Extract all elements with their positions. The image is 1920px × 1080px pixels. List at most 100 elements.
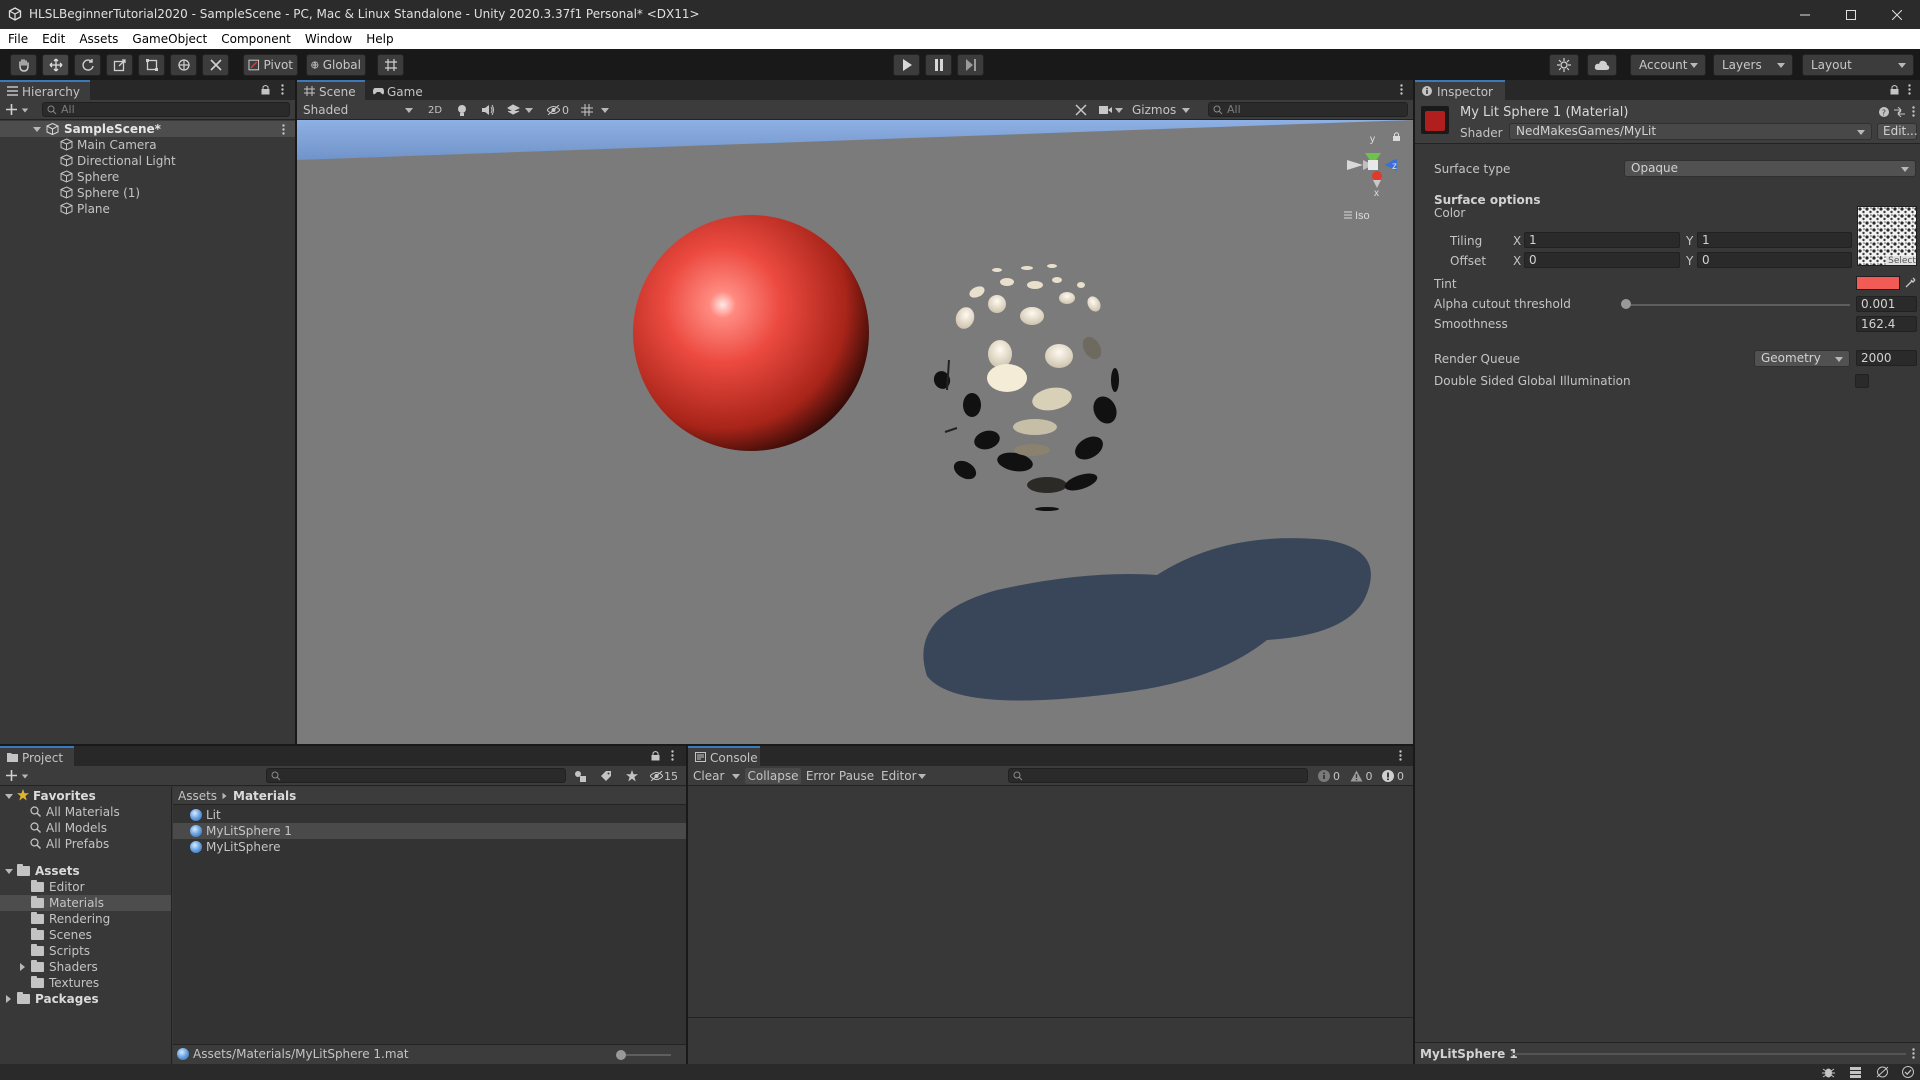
console-search-input[interactable] bbox=[1008, 768, 1308, 783]
console-log-area[interactable] bbox=[688, 787, 1413, 1017]
tab-inspector[interactable]: Inspector bbox=[1415, 80, 1505, 100]
lighting-bake-icon[interactable] bbox=[1849, 1066, 1862, 1078]
eyedropper-icon[interactable] bbox=[1904, 276, 1917, 289]
global-toggle[interactable]: Global bbox=[306, 54, 366, 76]
play-button[interactable] bbox=[893, 54, 920, 76]
file-item[interactable]: Lit bbox=[190, 807, 221, 823]
2d-toggle[interactable]: 2D bbox=[423, 102, 447, 118]
scene-row[interactable]: SampleScene* bbox=[0, 121, 295, 137]
hierarchy-search-input[interactable]: All bbox=[42, 102, 290, 117]
custom-tool-button[interactable] bbox=[202, 54, 229, 76]
effects-dropdown[interactable] bbox=[503, 102, 537, 118]
lighting-toggle[interactable] bbox=[451, 102, 473, 118]
close-button[interactable] bbox=[1874, 0, 1920, 29]
camera-dropdown[interactable] bbox=[1096, 102, 1126, 118]
menu-file[interactable]: File bbox=[0, 29, 34, 46]
assets-root[interactable]: Assets bbox=[17, 863, 80, 879]
log-count-toggle[interactable]: 0 bbox=[1314, 768, 1344, 784]
favorite-item[interactable]: All Prefabs bbox=[30, 836, 109, 852]
file-item[interactable]: MyLitSphere 1 bbox=[190, 823, 292, 839]
folder-item[interactable]: Shaders bbox=[31, 959, 98, 975]
alpha-slider-thumb[interactable] bbox=[1621, 299, 1632, 309]
account-dropdown[interactable]: Account bbox=[1630, 54, 1706, 76]
label-tag-icon[interactable] bbox=[600, 770, 612, 782]
file-item[interactable]: MyLitSphere bbox=[190, 839, 280, 855]
alpha-cutout-field[interactable]: 0.001 bbox=[1856, 296, 1917, 312]
kebab-menu-icon[interactable] bbox=[1400, 84, 1403, 95]
texture-select-button[interactable]: Select bbox=[1886, 256, 1916, 265]
breadcrumb-assets[interactable]: Assets bbox=[178, 788, 217, 804]
offset-x-field[interactable]: 0 bbox=[1524, 252, 1680, 268]
layout-dropdown[interactable]: Layout bbox=[1802, 54, 1914, 76]
double-sided-gi-checkbox[interactable] bbox=[1855, 374, 1869, 388]
tiling-y-field[interactable]: 1 bbox=[1697, 232, 1852, 248]
tab-scene[interactable]: Scene bbox=[297, 80, 365, 100]
kebab-menu-icon[interactable] bbox=[1908, 84, 1911, 95]
tab-hierarchy[interactable]: Hierarchy bbox=[0, 80, 90, 100]
hidden-objects-toggle[interactable]: 0 bbox=[543, 102, 573, 118]
menu-help[interactable]: Help bbox=[358, 29, 399, 46]
render-queue-field[interactable]: 2000 bbox=[1856, 350, 1917, 366]
error-pause-toggle[interactable]: Error Pause bbox=[805, 768, 875, 784]
tint-color-field[interactable] bbox=[1856, 276, 1900, 290]
tools-toggle[interactable] bbox=[1070, 102, 1092, 118]
menu-window[interactable]: Window bbox=[297, 29, 358, 46]
minimize-button[interactable] bbox=[1782, 0, 1828, 29]
favorite-item[interactable]: All Materials bbox=[30, 804, 120, 820]
tab-console[interactable]: Console bbox=[688, 746, 760, 766]
scene-search-input[interactable]: All bbox=[1208, 102, 1408, 117]
packages-root[interactable]: Packages bbox=[17, 991, 99, 1007]
folder-item[interactable]: Textures bbox=[31, 975, 99, 991]
favorite-item[interactable]: All Models bbox=[30, 820, 107, 836]
kebab-menu-icon[interactable] bbox=[1399, 750, 1402, 761]
lock-icon[interactable] bbox=[261, 84, 270, 95]
hierarchy-item[interactable]: Main Camera bbox=[60, 137, 157, 153]
folder-item[interactable]: Scenes bbox=[31, 927, 92, 943]
scale-tool-button[interactable] bbox=[106, 54, 133, 76]
create-asset-button[interactable] bbox=[6, 768, 30, 783]
preset-icon[interactable] bbox=[1894, 107, 1905, 117]
check-circle-icon[interactable] bbox=[1902, 1066, 1914, 1078]
audio-toggle[interactable] bbox=[477, 102, 499, 118]
offset-y-field[interactable]: 0 bbox=[1697, 252, 1852, 268]
chevron-right-icon[interactable] bbox=[20, 963, 25, 971]
edit-shader-button[interactable]: Edit... bbox=[1877, 123, 1918, 140]
hierarchy-item[interactable]: Directional Light bbox=[60, 153, 176, 169]
move-tool-button[interactable] bbox=[42, 54, 69, 76]
menu-gameobject[interactable]: GameObject bbox=[124, 29, 213, 46]
transform-tool-button[interactable] bbox=[170, 54, 197, 76]
rotate-tool-button[interactable] bbox=[74, 54, 101, 76]
shader-dropdown[interactable]: NedMakesGames/MyLit bbox=[1509, 123, 1872, 140]
color-texture-slot[interactable]: Select bbox=[1857, 206, 1917, 266]
step-button[interactable] bbox=[957, 54, 984, 76]
pivot-toggle[interactable]: Pivot bbox=[243, 54, 298, 76]
kebab-menu-icon[interactable] bbox=[671, 750, 674, 761]
kebab-menu-icon[interactable] bbox=[1912, 106, 1915, 117]
menu-assets[interactable]: Assets bbox=[71, 29, 124, 46]
breadcrumb-materials[interactable]: Materials bbox=[233, 788, 296, 804]
tab-project[interactable]: Project bbox=[0, 746, 74, 766]
pause-button[interactable] bbox=[925, 54, 952, 76]
shading-mode-dropdown[interactable]: Shaded bbox=[299, 102, 417, 118]
icon-size-slider-thumb[interactable] bbox=[616, 1050, 626, 1060]
hierarchy-item[interactable]: Sphere bbox=[60, 169, 119, 185]
gizmos-dropdown[interactable]: Gizmos bbox=[1130, 102, 1194, 118]
search-by-type-icon[interactable] bbox=[574, 770, 586, 782]
favorites-heading[interactable]: Favorites bbox=[17, 788, 96, 804]
clear-button[interactable]: Clear bbox=[690, 768, 742, 784]
chevron-right-icon[interactable] bbox=[6, 995, 11, 1003]
menu-component[interactable]: Component bbox=[213, 29, 297, 46]
scene-viewport[interactable]: y z x Iso bbox=[297, 120, 1413, 744]
star-icon[interactable] bbox=[626, 770, 638, 782]
smoothness-field[interactable]: 162.4 bbox=[1856, 316, 1917, 332]
rect-tool-button[interactable] bbox=[138, 54, 165, 76]
kebab-menu-icon[interactable] bbox=[1912, 1048, 1915, 1059]
folder-item[interactable]: Scripts bbox=[31, 943, 90, 959]
maximize-button[interactable] bbox=[1828, 0, 1874, 29]
kebab-menu-icon[interactable] bbox=[281, 84, 284, 95]
lock-icon[interactable] bbox=[651, 750, 660, 761]
hidden-packages-toggle[interactable]: 15 bbox=[650, 768, 684, 784]
folder-item[interactable]: Materials bbox=[31, 895, 104, 911]
tab-game[interactable]: Game bbox=[365, 80, 435, 100]
editor-dropdown[interactable]: Editor bbox=[878, 768, 928, 784]
